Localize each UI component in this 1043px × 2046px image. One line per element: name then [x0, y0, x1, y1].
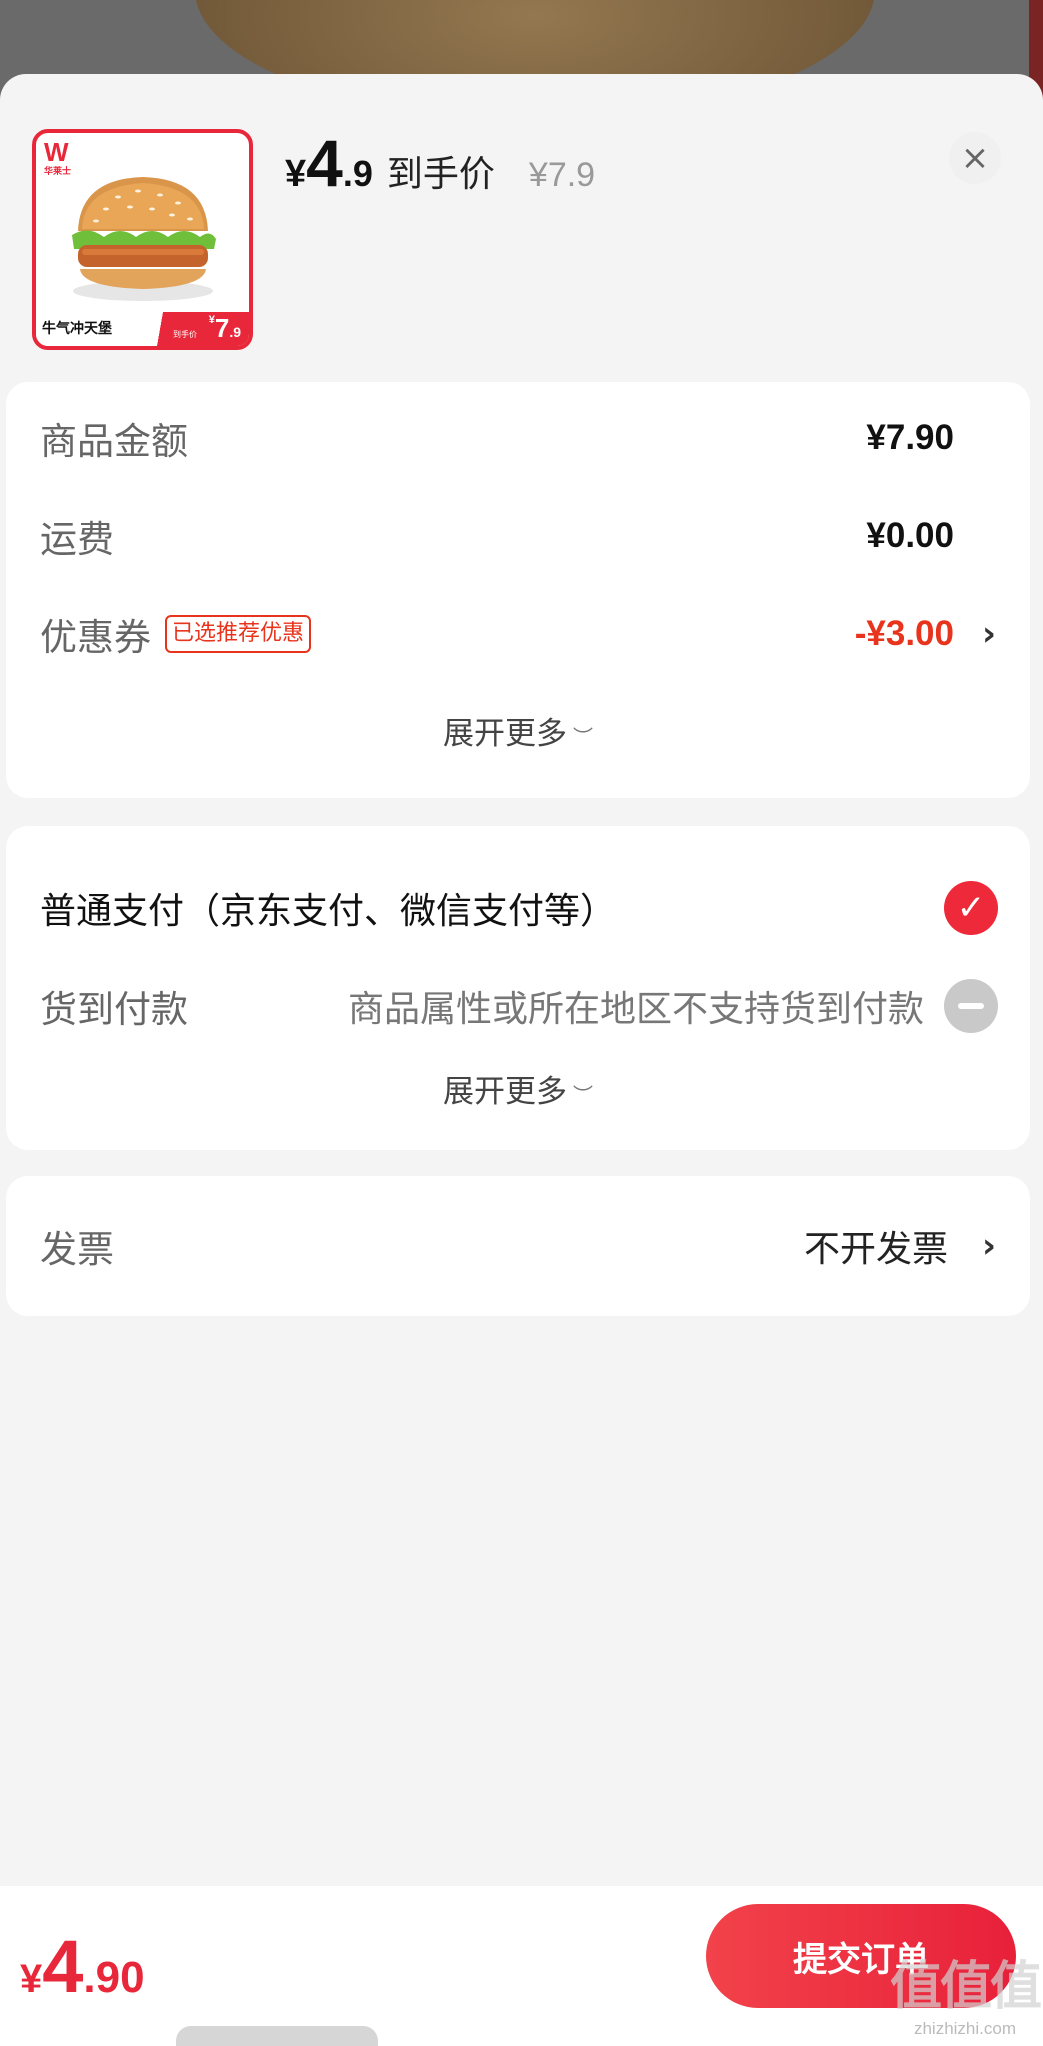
- expand-more-label: 展开更多: [443, 716, 567, 752]
- sheet-header: W 华莱士 牛气冲天堡 到手价 ¥7.9 ¥ 4 .9 到手价 ¥7.9 ×: [0, 74, 1043, 374]
- payment-cod-note: 商品属性或所在地区不支持货到付款: [347, 989, 924, 1030]
- invoice-value: 不开发票: [803, 1229, 948, 1270]
- goods-amount-row: 商品金额 ¥7.90: [40, 408, 996, 468]
- expand-more-payment-button[interactable]: 展开更多 ︶: [6, 1066, 1030, 1111]
- final-price: ¥ 4 .9 到手价 ¥7.9: [285, 130, 595, 220]
- payment-card: 普通支付（京东支付、微信支付等） ✓ 货到付款 商品属性或所在地区不支持货到付款…: [6, 826, 1030, 1150]
- coupon-row[interactable]: 优惠券 已选推荐优惠 -¥3.00 ›: [40, 604, 996, 664]
- strip-price: ¥7.9: [208, 313, 241, 343]
- chevron-down-icon: ︶: [573, 725, 593, 749]
- bottom-bar: ¥ 4 .90 提交订单 值值值 zhizhizhi.com: [0, 1886, 1043, 2046]
- close-icon: ×: [960, 138, 990, 178]
- checked-icon[interactable]: ✓: [944, 881, 998, 935]
- payment-cod-label: 货到付款: [40, 988, 188, 1031]
- invoice-label: 发票: [40, 1228, 114, 1271]
- order-sheet: W 华莱士 牛气冲天堡 到手价 ¥7.9 ¥ 4 .9 到手价 ¥7.9 × 商…: [0, 74, 1043, 2046]
- goods-amount-label: 商品金额: [40, 420, 188, 463]
- total-decimal: .90: [83, 1953, 145, 2002]
- price-decimal: .9: [342, 153, 373, 194]
- coupon-value: -¥3.00: [854, 614, 954, 653]
- total-price: ¥ 4 .90: [20, 1930, 145, 2004]
- invoice-row[interactable]: 发票 不开发票 ›: [40, 1216, 996, 1276]
- expand-more-button[interactable]: 展开更多 ︶: [6, 708, 1030, 753]
- price-summary-card: 商品金额 ¥7.90 运费 ¥0.00 优惠券 已选推荐优惠 -¥3.00 › …: [6, 382, 1030, 798]
- coupon-label: 优惠券: [40, 616, 151, 659]
- expand-more-label: 展开更多: [443, 1074, 567, 1110]
- site-watermark: 值值值 zhizhizhi.com: [890, 1944, 1042, 2038]
- chevron-right-icon: ›: [981, 614, 996, 654]
- original-price: ¥7.9: [528, 156, 596, 194]
- payment-option-cod: 货到付款 商品属性或所在地区不支持货到付款: [40, 974, 998, 1038]
- shipping-label: 运费: [40, 518, 114, 561]
- close-button[interactable]: ×: [949, 132, 1001, 184]
- home-indicator: [176, 2026, 378, 2046]
- goods-amount-value: ¥7.90: [866, 418, 954, 457]
- price-currency: ¥: [285, 153, 307, 195]
- coupon-recommended-tag: 已选推荐优惠: [165, 615, 312, 653]
- price-integer: 4: [306, 126, 343, 200]
- payment-normal-label: 普通支付（京东支付、微信支付等）: [40, 891, 617, 932]
- price-label: 到手价: [386, 154, 495, 195]
- total-currency: ¥: [20, 1957, 43, 2001]
- product-name: 牛气冲天堡: [42, 321, 112, 337]
- burger-image: [72, 177, 216, 301]
- invoice-card[interactable]: 发票 不开发票 ›: [6, 1176, 1030, 1316]
- chevron-down-icon: ︶: [573, 1083, 593, 1107]
- chevron-right-icon: ›: [981, 1226, 996, 1266]
- total-integer: 4: [42, 1925, 84, 2008]
- payment-option-normal[interactable]: 普通支付（京东支付、微信支付等） ✓: [40, 876, 998, 940]
- watermark-url: zhizhizhi.com: [913, 2019, 1017, 2038]
- disabled-icon: [944, 979, 998, 1033]
- watermark-logo: 值值值: [890, 1957, 1042, 2017]
- shipping-value: ¥0.00: [866, 516, 954, 555]
- strip-price-label: 到手价: [173, 330, 197, 339]
- shipping-row: 运费 ¥0.00: [40, 506, 996, 566]
- product-thumbnail: W 华莱士 牛气冲天堡 到手价 ¥7.9: [32, 129, 253, 350]
